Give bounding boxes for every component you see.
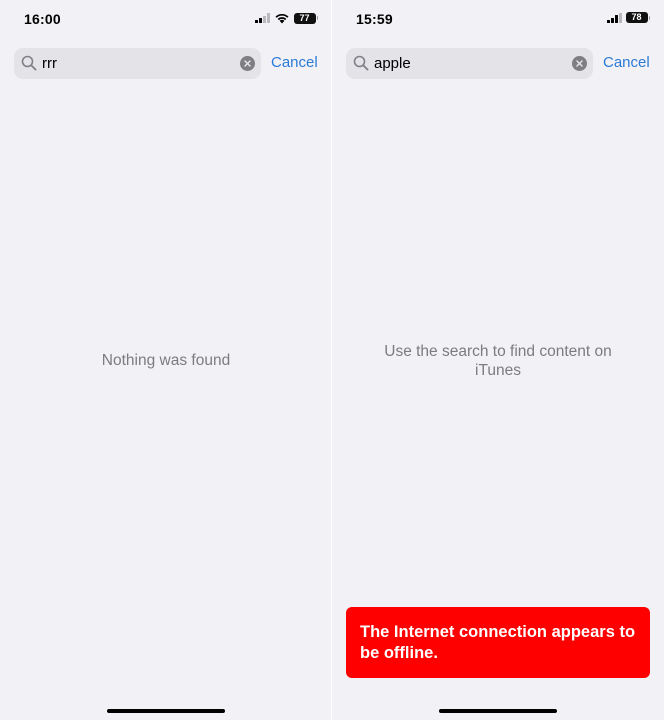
- battery-icon: 78: [625, 12, 650, 23]
- search-query: apple: [374, 55, 411, 72]
- left-phone-screen: 16:00 77 rrr Cancel Nothing was found: [0, 0, 332, 720]
- status-icons: 78: [607, 12, 650, 23]
- battery-level: 78: [625, 12, 648, 23]
- comparison-root: 16:00 77 rrr Cancel Nothing was found 15…: [0, 0, 664, 720]
- status-time: 16:00: [24, 11, 61, 27]
- search-icon: [353, 55, 369, 71]
- wifi-icon: [275, 13, 288, 24]
- hint-message: Use the search to find content on iTunes: [384, 343, 612, 379]
- signal-icon: [607, 12, 622, 23]
- status-time: 15:59: [356, 11, 393, 27]
- signal-icon: [255, 13, 270, 23]
- search-input[interactable]: rrr: [14, 48, 261, 79]
- empty-state-message: Nothing was found: [101, 352, 231, 369]
- search-icon: [21, 55, 37, 71]
- home-indicator[interactable]: [439, 709, 557, 713]
- search-query: rrr: [42, 55, 57, 72]
- battery-icon: 77: [293, 12, 318, 24]
- clear-icon[interactable]: [572, 56, 587, 71]
- cancel-button[interactable]: Cancel: [603, 54, 650, 71]
- home-indicator[interactable]: [107, 709, 225, 713]
- cancel-button[interactable]: Cancel: [271, 54, 318, 71]
- search-input[interactable]: apple: [346, 48, 593, 79]
- right-phone-screen: 15:59 78 apple Cancel Use the search to …: [332, 0, 664, 720]
- offline-error-banner: The Internet connection appears to be of…: [346, 607, 650, 678]
- status-icons: 77: [255, 12, 318, 24]
- battery-level: 77: [293, 12, 316, 24]
- clear-icon[interactable]: [240, 56, 255, 71]
